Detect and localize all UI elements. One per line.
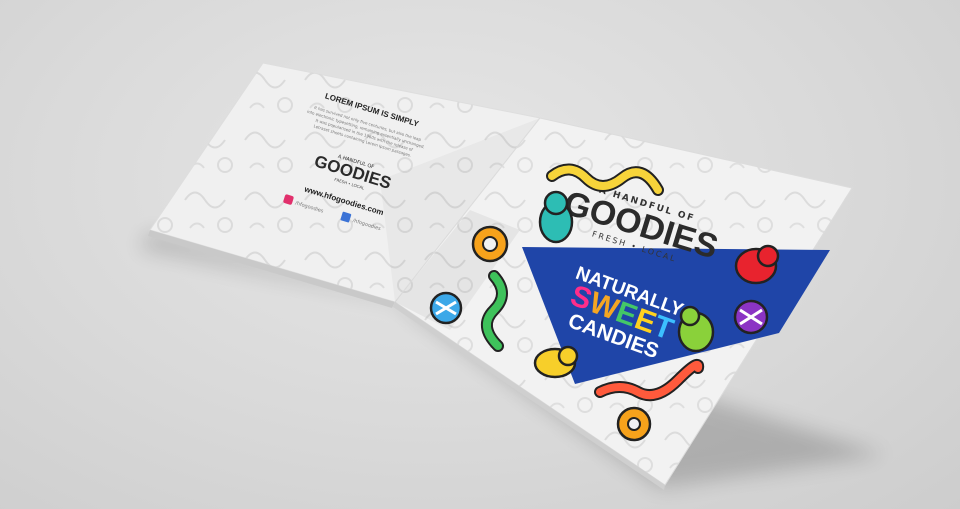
brochure-mockup-scene: LOREM IPSUM IS SIMPLY It has survived no… [140, 62, 885, 490]
candy-ring-orange-icon [471, 225, 509, 263]
candy-ring-orange-icon [616, 406, 652, 442]
swirl-candy-blue-icon [429, 291, 463, 325]
gummy-bear-yellow-icon [533, 345, 579, 379]
gummy-bear-teal-icon [538, 190, 574, 244]
swirl-candy-purple-icon [733, 299, 769, 335]
